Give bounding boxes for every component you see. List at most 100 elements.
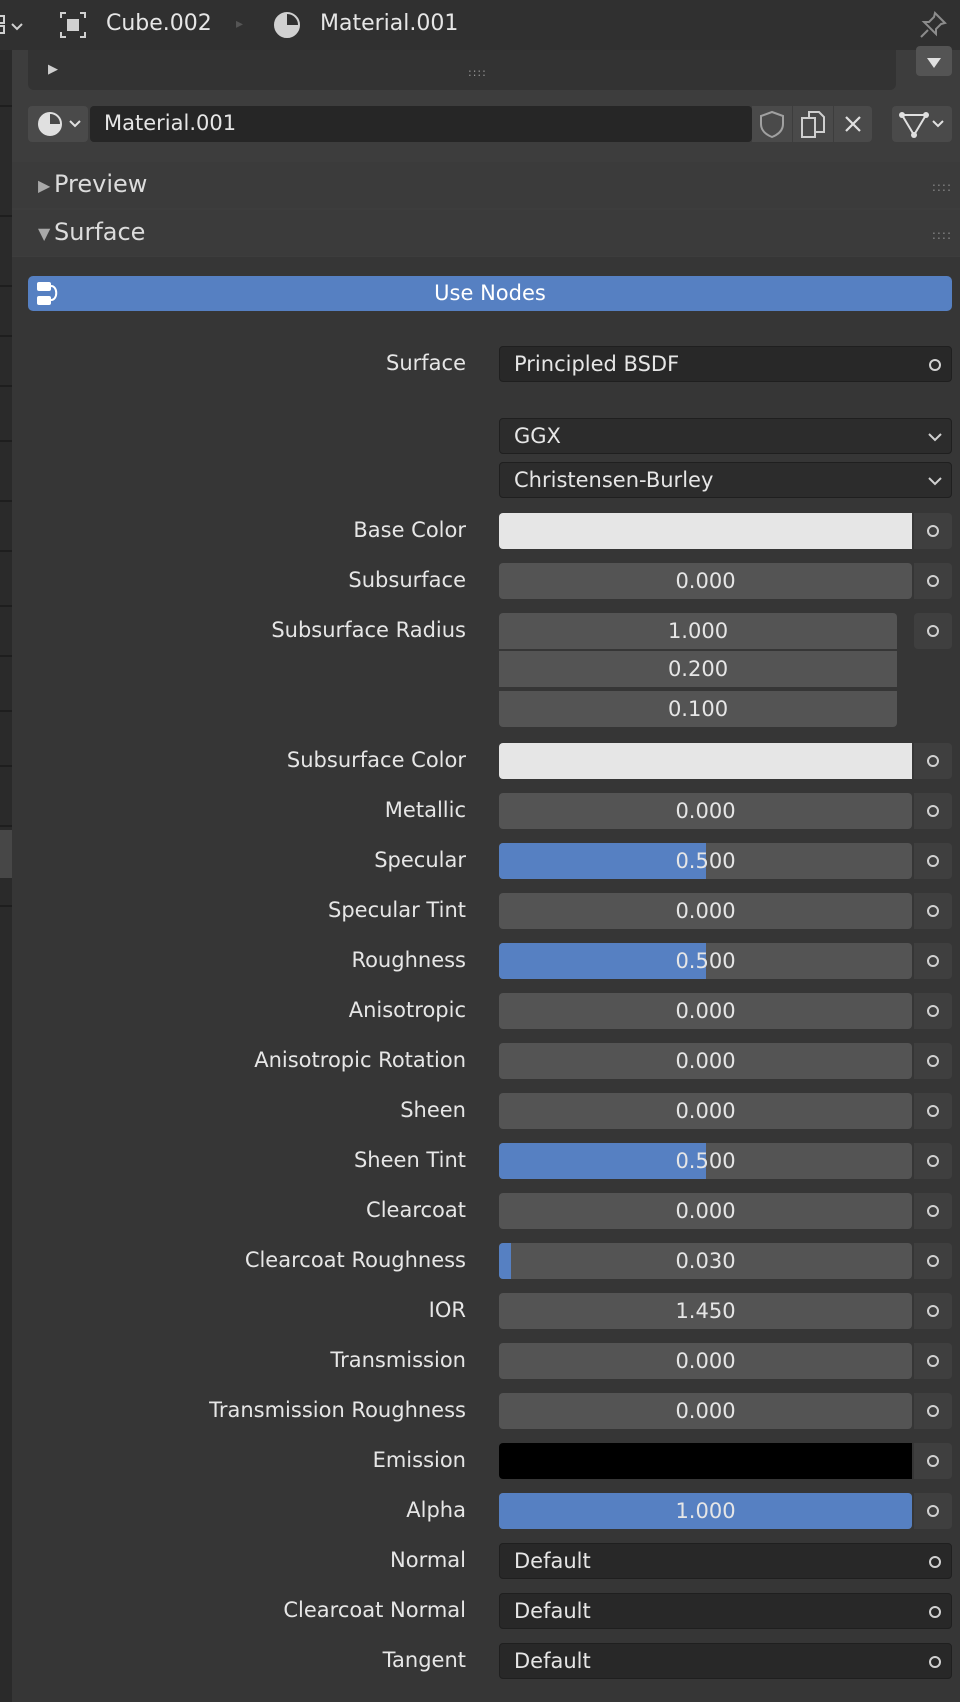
- subsurface-radius-label: Subsurface Radius: [271, 618, 466, 642]
- transmission-roughness-socket-button[interactable]: [914, 1393, 952, 1429]
- slider-value: 0.000: [675, 1099, 736, 1123]
- emission-socket-button[interactable]: [914, 1443, 952, 1479]
- link-type-dropdown[interactable]: [892, 106, 952, 142]
- editor-type-dropdown[interactable]: [0, 10, 30, 40]
- clearcoat-roughness-label: Clearcoat Roughness: [244, 1248, 466, 1272]
- subsurface-color-swatch[interactable]: [499, 743, 912, 779]
- normal-value: Default: [514, 1549, 591, 1573]
- triangle-down-icon: [927, 58, 941, 68]
- anisotropic-label: Anisotropic: [348, 998, 466, 1022]
- metallic-slider[interactable]: 0.000: [499, 793, 912, 829]
- chevron-down-icon: [928, 477, 942, 486]
- slider-value: 0.000: [675, 1049, 736, 1073]
- clearcoat-socket-button[interactable]: [914, 1193, 952, 1229]
- close-icon: [845, 116, 861, 132]
- duplicate-material-button[interactable]: [793, 106, 833, 142]
- slider-value: 0.500: [675, 949, 736, 973]
- base-color-label: Base Color: [353, 518, 466, 542]
- transmission-roughness-slider[interactable]: 0.000: [499, 1393, 912, 1429]
- subsurface-color-socket-button[interactable]: [914, 743, 952, 779]
- roughness-slider[interactable]: 0.500: [499, 943, 912, 979]
- subsurface-radius-x[interactable]: 1.000: [499, 613, 897, 649]
- tangent-field[interactable]: Default: [499, 1643, 952, 1679]
- socket-icon: [929, 1556, 941, 1568]
- specular-socket-button[interactable]: [914, 843, 952, 879]
- surface-shader-value: Principled BSDF: [514, 352, 680, 376]
- slot-menu-button[interactable]: [916, 46, 952, 76]
- preview-panel-header[interactable]: ▶ Preview ::::: [12, 162, 960, 208]
- subsurface-radius-y[interactable]: 0.200: [499, 651, 897, 687]
- subsurface-radius-z[interactable]: 0.100: [499, 691, 897, 727]
- ior-slider[interactable]: 1.450: [499, 1293, 912, 1329]
- use-nodes-label: Use Nodes: [434, 281, 546, 305]
- metallic-socket-button[interactable]: [914, 793, 952, 829]
- slider-value: 0.000: [675, 799, 736, 823]
- anisotropic-rotation-label: Anisotropic Rotation: [254, 1048, 466, 1072]
- sheen-tint-slider[interactable]: 0.500: [499, 1143, 912, 1179]
- transmission-socket-button[interactable]: [914, 1343, 952, 1379]
- chevron-down-icon: [928, 433, 942, 442]
- anisotropic-rotation-slider[interactable]: 0.000: [499, 1043, 912, 1079]
- subsurface-method-value: Christensen-Burley: [514, 468, 714, 492]
- clearcoat-roughness-slider[interactable]: 0.030: [499, 1243, 912, 1279]
- clearcoat-normal-field[interactable]: Default: [499, 1593, 952, 1629]
- unlink-material-button[interactable]: [834, 106, 872, 142]
- transmission-label: Transmission: [330, 1348, 466, 1372]
- base-color-socket-button[interactable]: [914, 513, 952, 549]
- material-name-text: Material.001: [104, 111, 237, 135]
- anisotropic-socket-button[interactable]: [914, 993, 952, 1029]
- sheen-tint-label: Sheen Tint: [353, 1148, 466, 1172]
- pin-icon[interactable]: [918, 10, 948, 40]
- roughness-socket-button[interactable]: [914, 943, 952, 979]
- slider-value: 0.000: [675, 1399, 736, 1423]
- drag-grip-icon[interactable]: ::::: [932, 228, 952, 242]
- drag-grip-icon[interactable]: ::::: [932, 180, 952, 194]
- alpha-slider[interactable]: 1.000: [499, 1493, 912, 1529]
- distribution-dropdown[interactable]: GGX: [499, 418, 952, 454]
- normal-field[interactable]: Default: [499, 1543, 952, 1579]
- distribution-value: GGX: [514, 424, 561, 448]
- material-slots-panel[interactable]: ▶ ::::: [28, 50, 896, 90]
- expand-arrow-icon[interactable]: ▶: [48, 62, 58, 77]
- subsurface-socket-button[interactable]: [914, 563, 952, 599]
- browse-material-button[interactable]: [28, 106, 88, 142]
- subsurface-slider[interactable]: 0.000: [499, 563, 912, 599]
- duplicate-icon: [801, 111, 825, 138]
- ior-socket-button[interactable]: [914, 1293, 952, 1329]
- sheen-socket-button[interactable]: [914, 1093, 952, 1129]
- use-nodes-button[interactable]: Use Nodes: [28, 276, 952, 311]
- shield-icon: [760, 110, 784, 139]
- specular-tint-slider[interactable]: 0.000: [499, 893, 912, 929]
- anisotropic-rotation-socket-button[interactable]: [914, 1043, 952, 1079]
- slider-value: 0.000: [675, 999, 736, 1023]
- emission-color-swatch[interactable]: [499, 1443, 912, 1479]
- slider-value: 1.000: [675, 1499, 736, 1523]
- subsurface-method-dropdown[interactable]: Christensen-Burley: [499, 462, 952, 498]
- slider-value: 0.000: [675, 1349, 736, 1373]
- subsurface-radius-socket-button[interactable]: [914, 613, 952, 649]
- alpha-label: Alpha: [406, 1498, 466, 1522]
- specular-tint-socket-button[interactable]: [914, 893, 952, 929]
- surface-panel-header[interactable]: ▼ Surface ::::: [12, 210, 960, 256]
- fake-user-button[interactable]: [752, 106, 792, 142]
- sheen-slider[interactable]: 0.000: [499, 1093, 912, 1129]
- metallic-label: Metallic: [384, 798, 466, 822]
- surface-shader-field[interactable]: Principled BSDF: [499, 346, 952, 382]
- clearcoat-slider[interactable]: 0.000: [499, 1193, 912, 1229]
- collapsed-arrow-icon: ▶: [38, 176, 51, 195]
- slider-value: 0.000: [675, 569, 736, 593]
- clearcoat-roughness-socket-button[interactable]: [914, 1243, 952, 1279]
- specular-slider[interactable]: 0.500: [499, 843, 912, 879]
- resize-grip-icon[interactable]: ::::: [468, 66, 487, 79]
- sheen-tint-socket-button[interactable]: [914, 1143, 952, 1179]
- transmission-slider[interactable]: 0.000: [499, 1343, 912, 1379]
- alpha-socket-button[interactable]: [914, 1493, 952, 1529]
- sheen-label: Sheen: [400, 1098, 466, 1122]
- preview-panel-title: Preview: [54, 170, 148, 198]
- clearcoat-label: Clearcoat: [366, 1198, 466, 1222]
- anisotropic-slider[interactable]: 0.000: [499, 993, 912, 1029]
- normal-label: Normal: [390, 1548, 466, 1572]
- material-name-field[interactable]: Material.001: [90, 106, 752, 142]
- socket-icon: [929, 1656, 941, 1668]
- base-color-swatch[interactable]: [499, 513, 912, 549]
